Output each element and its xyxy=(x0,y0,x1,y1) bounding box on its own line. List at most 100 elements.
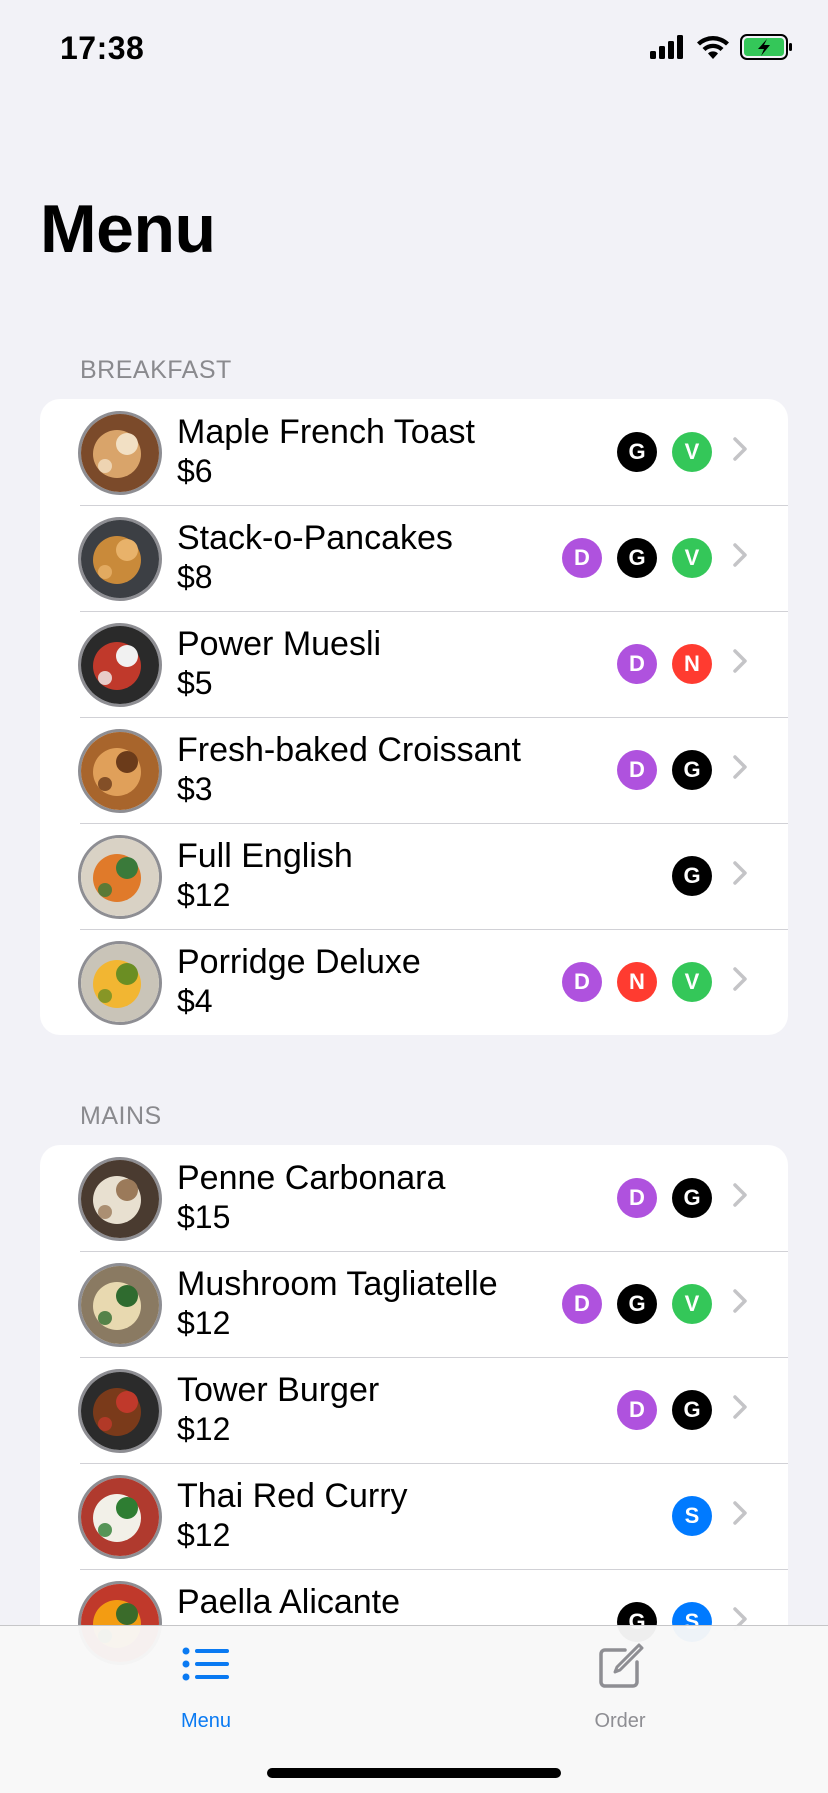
tab-order[interactable]: Order xyxy=(520,1626,720,1736)
dietary-badges: DGV xyxy=(562,1284,712,1324)
dietary-badge-v: V xyxy=(672,962,712,1002)
item-price: $12 xyxy=(177,1517,231,1553)
status-bar: 17:38 xyxy=(0,0,828,100)
food-photo xyxy=(78,517,162,601)
menu-item-row[interactable]: Stack-o-Pancakes $8 D G V xyxy=(40,505,788,611)
item-price: $3 xyxy=(177,771,213,807)
dietary-badge-n: N xyxy=(672,644,712,684)
food-photo xyxy=(78,835,162,919)
menu-item-row[interactable]: Tower Burger $12 D G xyxy=(40,1357,788,1463)
menu-item-row[interactable]: Penne Carbonara $15 D G xyxy=(40,1145,788,1251)
food-photo xyxy=(78,1369,162,1453)
item-price: $12 xyxy=(177,877,231,913)
item-name: Penne Carbonara xyxy=(177,1159,446,1197)
tab-menu-label: Menu xyxy=(180,1710,232,1732)
dietary-badge-n: N xyxy=(617,962,657,1002)
dietary-badge-v: V xyxy=(672,432,712,472)
dietary-badge-d: D xyxy=(617,1390,657,1430)
page-title: Menu xyxy=(40,191,216,267)
item-name: Fresh-baked Croissant xyxy=(177,731,521,769)
item-price: $12 xyxy=(177,1305,231,1341)
dietary-badge-g: G xyxy=(672,1390,712,1430)
dietary-badge-d: D xyxy=(562,962,602,1002)
dietary-badge-d: D xyxy=(562,538,602,578)
item-price: $4 xyxy=(177,983,213,1019)
chevron-right-icon xyxy=(732,436,748,467)
dietary-badge-v: V xyxy=(672,538,712,578)
item-name: Paella Alicante xyxy=(177,1583,401,1621)
dietary-badges: DG xyxy=(617,1178,712,1218)
chevron-right-icon xyxy=(732,648,748,679)
food-photo xyxy=(78,729,162,813)
item-name: Mushroom Tagliatelle xyxy=(177,1265,498,1303)
section-list-mains: Penne Carbonara $15 D G Mushroom Tagliatelle… xyxy=(40,1145,788,1675)
menu-item-row[interactable]: Porridge Deluxe $4 D N V xyxy=(40,929,788,1035)
chevron-right-icon xyxy=(732,1394,748,1425)
menu-item-row[interactable]: Thai Red Curry $12 S xyxy=(40,1463,788,1569)
dietary-badge-s: S xyxy=(672,1496,712,1536)
wifi-icon xyxy=(696,35,730,64)
dietary-badge-g: G xyxy=(672,856,712,896)
dietary-badges: G xyxy=(672,856,712,896)
food-photo xyxy=(78,411,162,495)
menu-item-row[interactable]: Mushroom Tagliatelle $12 D G V xyxy=(40,1251,788,1357)
item-price: $12 xyxy=(177,1411,231,1447)
food-photo xyxy=(78,1263,162,1347)
menu-item-row[interactable]: Maple French Toast $6 G V xyxy=(40,399,788,505)
food-photo xyxy=(78,1157,162,1241)
dietary-badge-d: D xyxy=(617,644,657,684)
item-name: Porridge Deluxe xyxy=(177,943,421,981)
dietary-badge-g: G xyxy=(672,1178,712,1218)
chevron-right-icon xyxy=(732,860,748,891)
item-name: Tower Burger xyxy=(177,1371,380,1409)
item-price: $6 xyxy=(177,453,213,489)
status-icons xyxy=(650,34,794,65)
menu-item-row[interactable]: Full English $12 G xyxy=(40,823,788,929)
chevron-right-icon xyxy=(732,1500,748,1531)
item-name: Power Muesli xyxy=(177,625,382,663)
tab-order-label: Order xyxy=(594,1710,646,1732)
dietary-badge-g: G xyxy=(617,1284,657,1324)
item-price: $15 xyxy=(177,1199,231,1235)
food-photo xyxy=(78,941,162,1025)
home-indicator xyxy=(267,1768,561,1778)
dietary-badge-d: D xyxy=(617,750,657,790)
item-price: $8 xyxy=(177,559,213,595)
dietary-badges: DG xyxy=(617,1390,712,1430)
section-header-mains: MAINS xyxy=(80,1102,162,1130)
item-name: Full English xyxy=(177,837,353,875)
chevron-right-icon xyxy=(732,542,748,573)
dietary-badges: DGV xyxy=(562,538,712,578)
list-icon xyxy=(181,1642,231,1691)
dietary-badges: GV xyxy=(617,432,712,472)
chevron-right-icon xyxy=(732,1182,748,1213)
chevron-right-icon xyxy=(732,966,748,997)
compose-icon xyxy=(595,1642,645,1697)
dietary-badge-g: G xyxy=(617,538,657,578)
chevron-right-icon xyxy=(732,1288,748,1319)
food-photo xyxy=(78,1475,162,1559)
status-time: 17:38 xyxy=(60,30,145,66)
dietary-badge-g: G xyxy=(617,432,657,472)
item-name: Thai Red Curry xyxy=(177,1477,408,1515)
item-name: Stack-o-Pancakes xyxy=(177,519,453,557)
food-photo xyxy=(78,623,162,707)
dietary-badge-v: V xyxy=(672,1284,712,1324)
chevron-right-icon xyxy=(732,754,748,785)
menu-item-row[interactable]: Fresh-baked Croissant $3 D G xyxy=(40,717,788,823)
dietary-badges: DN xyxy=(617,644,712,684)
section-list-breakfast: Maple French Toast $6 G V Stack-o-Pancakes $8… xyxy=(40,399,788,1035)
dietary-badges: S xyxy=(672,1496,712,1536)
item-name: Maple French Toast xyxy=(177,413,475,451)
tab-menu[interactable]: Menu xyxy=(106,1626,306,1736)
dietary-badge-d: D xyxy=(617,1178,657,1218)
item-price: $5 xyxy=(177,665,213,701)
battery-charging-icon xyxy=(740,34,794,65)
dietary-badge-d: D xyxy=(562,1284,602,1324)
dietary-badge-g: G xyxy=(672,750,712,790)
dietary-badges: DNV xyxy=(562,962,712,1002)
cellular-signal-icon xyxy=(650,35,686,64)
section-header-breakfast: BREAKFAST xyxy=(80,356,232,384)
dietary-badges: DG xyxy=(617,750,712,790)
menu-item-row[interactable]: Power Muesli $5 D N xyxy=(40,611,788,717)
